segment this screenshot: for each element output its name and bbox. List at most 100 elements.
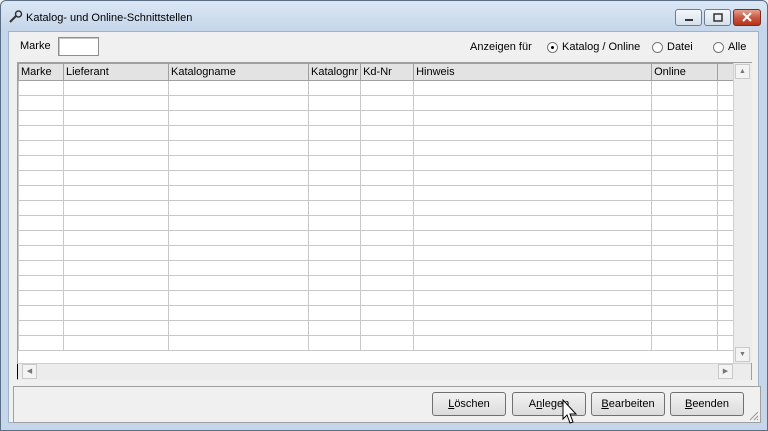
col-header-online[interactable]: Online bbox=[651, 63, 719, 81]
table-row[interactable] bbox=[18, 140, 739, 156]
radio-katalog-online[interactable] bbox=[547, 42, 558, 53]
table-cell[interactable] bbox=[307, 320, 362, 336]
table-cell[interactable] bbox=[360, 290, 415, 306]
table-cell[interactable] bbox=[168, 215, 309, 231]
table-cell[interactable] bbox=[413, 170, 653, 186]
table-cell[interactable] bbox=[651, 230, 719, 246]
table-row[interactable] bbox=[18, 275, 739, 291]
table-cell[interactable] bbox=[18, 305, 64, 321]
table-row[interactable] bbox=[18, 215, 739, 231]
table-cell[interactable] bbox=[360, 320, 415, 336]
table-cell[interactable] bbox=[168, 170, 309, 186]
table-cell[interactable] bbox=[413, 275, 653, 291]
table-cell[interactable] bbox=[63, 230, 169, 246]
table-cell[interactable] bbox=[360, 230, 415, 246]
table-cell[interactable] bbox=[63, 155, 169, 171]
table-row[interactable] bbox=[18, 260, 739, 276]
table-row[interactable] bbox=[18, 185, 739, 201]
table-cell[interactable] bbox=[168, 320, 309, 336]
scroll-down-button[interactable]: ▼ bbox=[735, 347, 750, 362]
table-cell[interactable] bbox=[307, 95, 362, 111]
table-cell[interactable] bbox=[651, 80, 719, 96]
horizontal-scrollbar[interactable]: ◀ ▶ bbox=[18, 363, 751, 380]
table-cell[interactable] bbox=[63, 215, 169, 231]
table-cell[interactable] bbox=[168, 290, 309, 306]
minimize-button[interactable] bbox=[675, 9, 702, 26]
table-cell[interactable] bbox=[360, 305, 415, 321]
table-cell[interactable] bbox=[18, 275, 64, 291]
table-cell[interactable] bbox=[413, 290, 653, 306]
table-cell[interactable] bbox=[413, 305, 653, 321]
table-cell[interactable] bbox=[307, 305, 362, 321]
table-cell[interactable] bbox=[360, 95, 415, 111]
table-row[interactable] bbox=[18, 290, 739, 306]
table-cell[interactable] bbox=[18, 230, 64, 246]
table-cell[interactable] bbox=[18, 80, 64, 96]
table-cell[interactable] bbox=[18, 260, 64, 276]
table-cell[interactable] bbox=[651, 320, 719, 336]
table-cell[interactable] bbox=[413, 140, 653, 156]
table-cell[interactable] bbox=[360, 80, 415, 96]
table-cell[interactable] bbox=[651, 110, 719, 126]
table-cell[interactable] bbox=[307, 185, 362, 201]
table-cell[interactable] bbox=[360, 125, 415, 141]
table-cell[interactable] bbox=[307, 110, 362, 126]
table-cell[interactable] bbox=[413, 215, 653, 231]
table-cell[interactable] bbox=[307, 245, 362, 261]
table-cell[interactable] bbox=[413, 200, 653, 216]
table-cell[interactable] bbox=[18, 335, 64, 351]
table-cell[interactable] bbox=[63, 335, 169, 351]
table-row[interactable] bbox=[18, 80, 739, 96]
data-grid[interactable]: Marke Lieferant Katalogname Katalognr Kd… bbox=[17, 62, 752, 380]
table-row[interactable] bbox=[18, 155, 739, 171]
table-cell[interactable] bbox=[360, 245, 415, 261]
table-cell[interactable] bbox=[168, 155, 309, 171]
table-cell[interactable] bbox=[413, 185, 653, 201]
table-cell[interactable] bbox=[18, 155, 64, 171]
table-cell[interactable] bbox=[360, 215, 415, 231]
table-cell[interactable] bbox=[63, 200, 169, 216]
table-cell[interactable] bbox=[360, 170, 415, 186]
table-cell[interactable] bbox=[307, 290, 362, 306]
table-cell[interactable] bbox=[18, 125, 64, 141]
table-cell[interactable] bbox=[63, 275, 169, 291]
table-cell[interactable] bbox=[307, 275, 362, 291]
close-button[interactable] bbox=[733, 9, 761, 26]
table-cell[interactable] bbox=[18, 140, 64, 156]
table-row[interactable] bbox=[18, 335, 739, 351]
table-cell[interactable] bbox=[168, 305, 309, 321]
table-cell[interactable] bbox=[168, 230, 309, 246]
table-cell[interactable] bbox=[18, 110, 64, 126]
table-cell[interactable] bbox=[168, 140, 309, 156]
table-cell[interactable] bbox=[18, 245, 64, 261]
table-cell[interactable] bbox=[360, 200, 415, 216]
table-row[interactable] bbox=[18, 125, 739, 141]
col-header-marke[interactable]: Marke bbox=[18, 63, 64, 81]
table-row[interactable] bbox=[18, 200, 739, 216]
table-cell[interactable] bbox=[63, 185, 169, 201]
table-cell[interactable] bbox=[651, 95, 719, 111]
table-cell[interactable] bbox=[651, 335, 719, 351]
table-row[interactable] bbox=[18, 170, 739, 186]
radio-alle[interactable] bbox=[713, 42, 724, 53]
table-cell[interactable] bbox=[413, 335, 653, 351]
table-cell[interactable] bbox=[651, 290, 719, 306]
table-cell[interactable] bbox=[168, 260, 309, 276]
table-cell[interactable] bbox=[307, 125, 362, 141]
table-cell[interactable] bbox=[651, 245, 719, 261]
table-cell[interactable] bbox=[360, 260, 415, 276]
table-cell[interactable] bbox=[360, 110, 415, 126]
radio-katalog-online-label[interactable]: Katalog / Online bbox=[562, 41, 640, 53]
table-cell[interactable] bbox=[651, 260, 719, 276]
scroll-right-button[interactable]: ▶ bbox=[718, 364, 733, 379]
table-cell[interactable] bbox=[168, 200, 309, 216]
col-header-kd-nr[interactable]: Kd-Nr bbox=[360, 63, 415, 81]
radio-datei-label[interactable]: Datei bbox=[667, 41, 693, 53]
table-cell[interactable] bbox=[168, 80, 309, 96]
table-cell[interactable] bbox=[307, 80, 362, 96]
marke-input[interactable] bbox=[58, 37, 99, 56]
bearbeiten-button[interactable]: Bearbeiten bbox=[591, 392, 665, 416]
table-cell[interactable] bbox=[413, 245, 653, 261]
table-cell[interactable] bbox=[307, 170, 362, 186]
table-cell[interactable] bbox=[307, 230, 362, 246]
